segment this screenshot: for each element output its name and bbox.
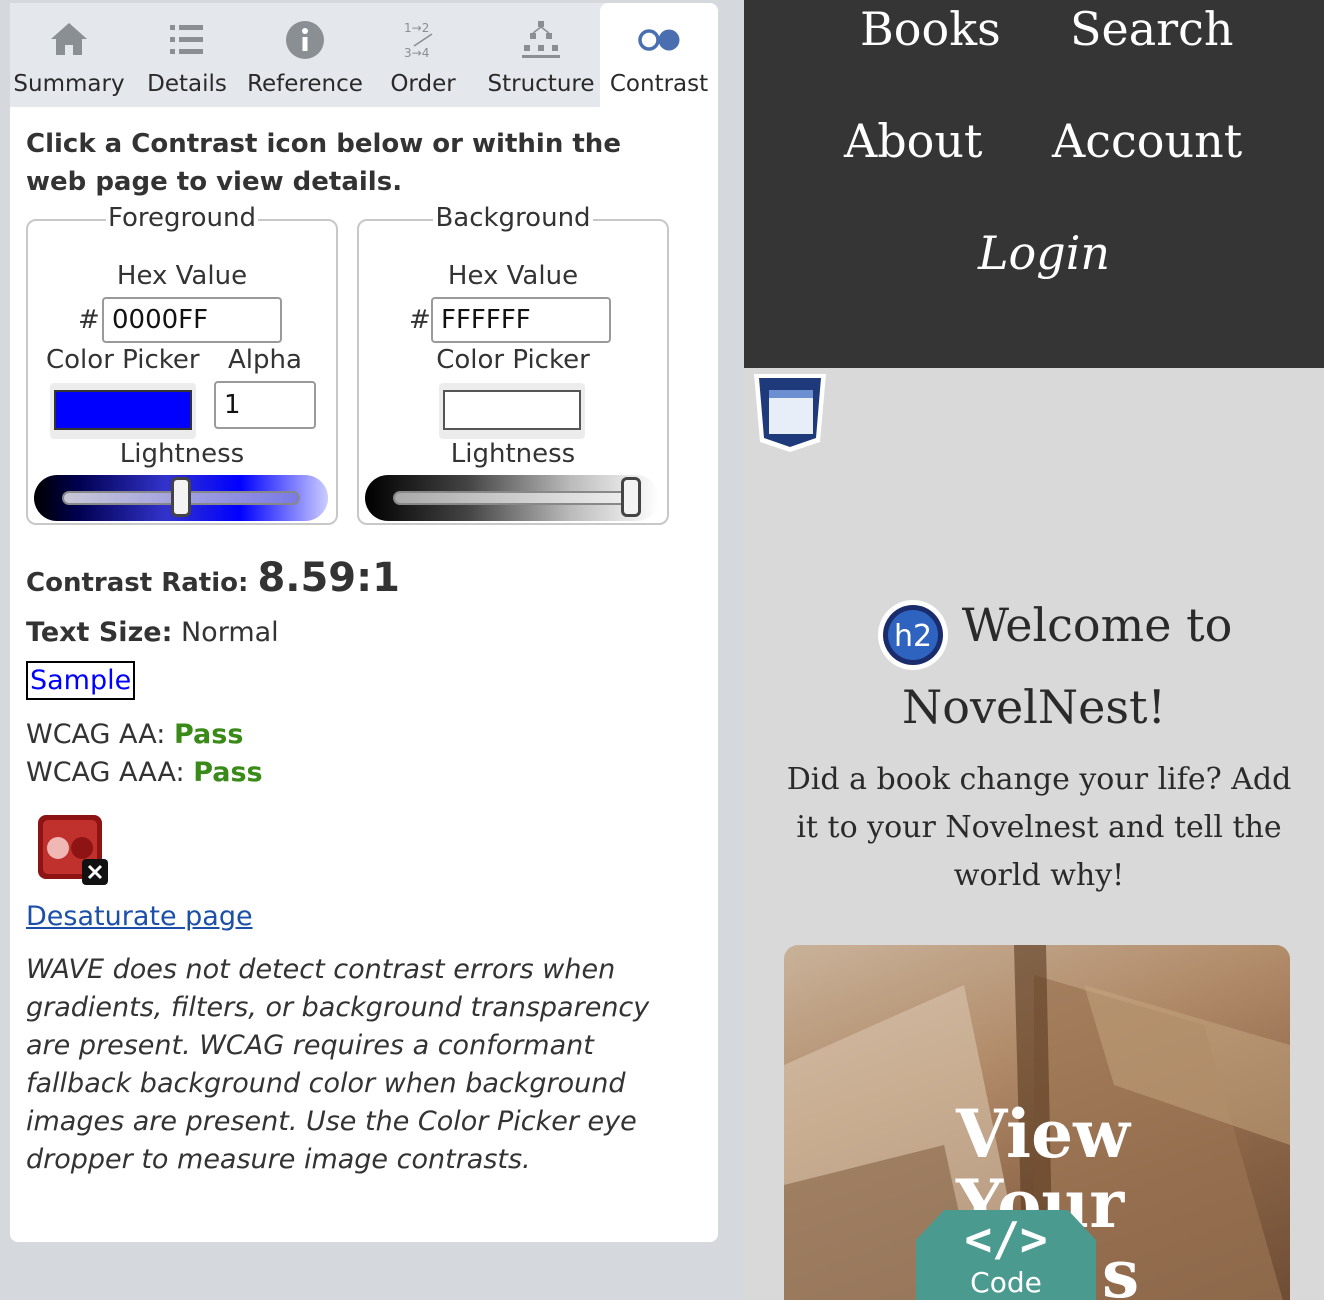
bg-hash: # [409, 305, 431, 335]
welcome-heading-line2: NovelNest! [902, 680, 1166, 734]
bg-hex-input[interactable] [431, 297, 611, 343]
wcag-aaa-label: WCAG AAA: [26, 757, 185, 788]
fg-hex-label: Hex Value [116, 261, 248, 291]
fg-lightness-label: Lightness [119, 439, 245, 469]
fg-color-picker-label: Color Picker [46, 345, 200, 375]
tab-structure[interactable]: Structure [482, 3, 600, 107]
nav-account[interactable]: Account [1052, 114, 1242, 168]
bg-color-picker[interactable] [439, 383, 585, 439]
fg-color-picker[interactable] [50, 383, 196, 439]
desaturate-page-link[interactable]: Desaturate page [26, 901, 253, 932]
welcome-tagline: Did a book change your life? Add it to y… [786, 762, 1292, 893]
bg-lightness-label: Lightness [450, 439, 576, 469]
text-size-value: Normal [180, 617, 279, 648]
hero-text-line1: View [956, 1095, 1130, 1173]
bg-hex-label: Hex Value [447, 261, 579, 291]
bg-lightness-slider[interactable] [365, 475, 659, 521]
tab-details[interactable]: Details [128, 3, 246, 107]
tab-bar: Summary Details Reference 1→2 3→4 Order [10, 3, 718, 107]
fg-hash: # [78, 305, 100, 335]
hero-text-line3: s [1102, 1235, 1140, 1300]
fg-slider-thumb[interactable] [171, 477, 191, 517]
wcag-aaa-result: WCAG AAA: Pass [26, 757, 263, 788]
contrast-icon [638, 29, 680, 51]
wcag-aa-status: Pass [173, 719, 244, 750]
tab-reference[interactable]: Reference [246, 3, 364, 107]
fg-color-swatch[interactable] [54, 390, 192, 430]
contrast-sample: Sample [26, 661, 136, 700]
wcag-aa-result: WCAG AA: Pass [26, 719, 243, 750]
info-icon [286, 21, 324, 59]
nav-about[interactable]: About [844, 114, 982, 168]
text-size-label: Text Size: [26, 617, 173, 648]
wcag-aaa-status: Pass [193, 757, 263, 788]
tab-contrast[interactable]: Contrast [600, 3, 718, 107]
tab-label: Contrast [609, 71, 709, 97]
order-icon: 1→2 3→4 [404, 21, 433, 60]
foreground-legend: Foreground [105, 203, 259, 233]
contrast-intro: Click a Contrast icon below or within th… [26, 129, 621, 197]
wave-panel: Summary Details Reference 1→2 3→4 Order [10, 3, 718, 1242]
nav-books[interactable]: Books [860, 2, 1001, 56]
structure-icon [522, 21, 560, 58]
html5-landmark-icon[interactable] [750, 372, 830, 454]
tab-label: Reference [247, 71, 363, 97]
tab-label: Summary [13, 71, 125, 97]
code-button-label: Code [970, 1266, 1042, 1299]
fg-alpha-input[interactable] [214, 381, 316, 429]
background-legend: Background [433, 203, 593, 233]
bg-slider-thumb[interactable] [621, 477, 641, 517]
background-group: Background Hex Value # Color Picker Ligh… [357, 203, 669, 525]
contrast-note: WAVE does not detect contrast errors whe… [26, 954, 650, 1175]
welcome-heading-line1: Welcome to [961, 598, 1233, 652]
tab-label: Structure [487, 71, 595, 97]
bg-color-swatch[interactable] [443, 390, 581, 430]
svg-text:3→4: 3→4 [404, 46, 429, 60]
fg-alpha-label: Alpha [228, 345, 302, 375]
contrast-error-icon[interactable] [38, 815, 110, 887]
contrast-ratio: Contrast Ratio: 8.59:1 [26, 555, 400, 601]
home-icon [51, 23, 87, 55]
fg-lightness-slider[interactable] [34, 475, 328, 521]
svg-text:1→2: 1→2 [404, 21, 429, 35]
foreground-group: Foreground Hex Value # Color Picker Alph… [26, 203, 338, 525]
list-icon [170, 25, 203, 54]
site-navbar: Books Search About Account Login [744, 0, 1324, 368]
tab-order[interactable]: 1→2 3→4 Order [364, 3, 482, 107]
wcag-aa-label: WCAG AA: [26, 719, 166, 750]
tab-summary[interactable]: Summary [10, 3, 128, 107]
code-icon: </> [964, 1212, 1048, 1266]
text-size: Text Size: Normal [26, 617, 279, 648]
tab-label: Order [390, 71, 456, 97]
contrast-ratio-label: Contrast Ratio: [26, 568, 249, 598]
nav-search[interactable]: Search [1070, 2, 1234, 56]
tab-label: Details [147, 71, 227, 97]
nav-login[interactable]: Login [978, 226, 1110, 280]
contrast-ratio-value: 8.59:1 [257, 555, 400, 601]
bg-color-picker-label: Color Picker [436, 345, 590, 375]
fg-hex-input[interactable] [102, 297, 282, 343]
bg-slider-rail [393, 491, 631, 505]
web-page: Books Search About Account Login h2 Welc… [744, 0, 1324, 1300]
